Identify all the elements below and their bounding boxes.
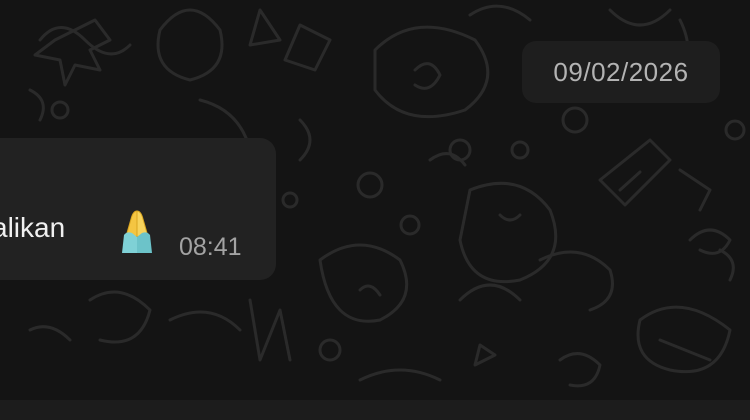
date-separator: 09/02/2026 <box>522 41 720 103</box>
pray-emoji-icon <box>122 210 152 253</box>
message-text: alikan <box>0 212 66 243</box>
date-separator-label: 09/02/2026 <box>553 56 689 87</box>
message-timestamp: 08:41 <box>179 233 242 261</box>
message-composer-bar[interactable] <box>0 400 750 420</box>
